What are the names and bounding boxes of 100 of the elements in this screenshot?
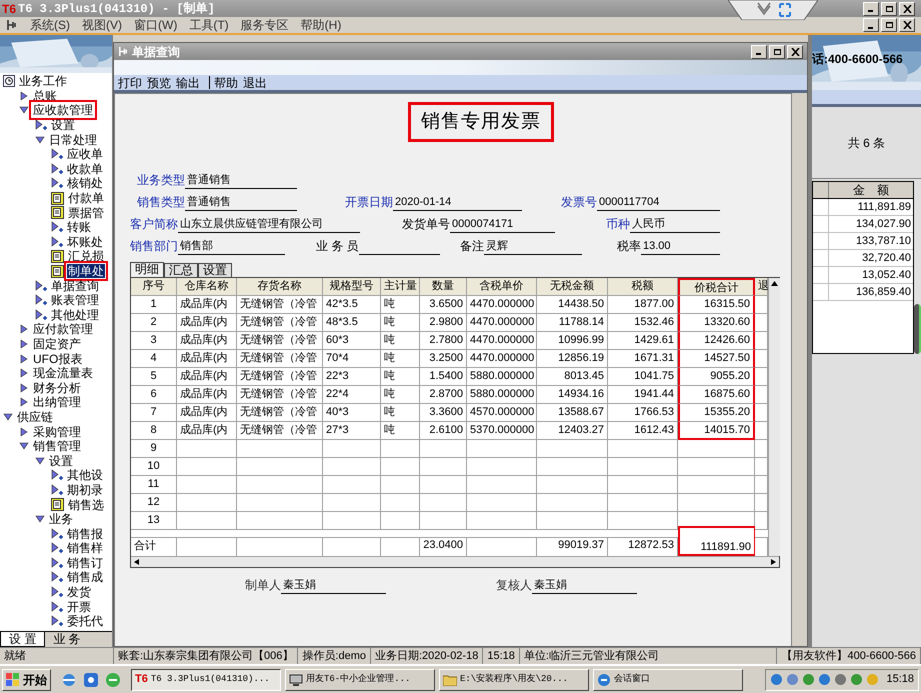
field-value[interactable]: 普通销售: [185, 173, 297, 189]
expanded-triangle-icon[interactable]: [35, 134, 45, 145]
taskbar-button[interactable]: E:\安装程序\用友\20...: [439, 668, 589, 690]
maximize-button[interactable]: [769, 44, 785, 58]
field-value[interactable]: 灵辉: [484, 239, 582, 255]
expanded-triangle-icon[interactable]: [19, 105, 29, 116]
expanded-triangle-icon[interactable]: [3, 412, 13, 422]
field-value[interactable]: 2020-01-14: [393, 195, 522, 211]
tab[interactable]: 设置: [198, 263, 232, 277]
toolbar-button[interactable]: 打印: [118, 74, 142, 92]
field-value[interactable]: 0000117704: [597, 195, 720, 211]
tree-item[interactable]: 固定资产: [32, 336, 82, 351]
menu-item[interactable]: 服务专区: [240, 16, 289, 34]
tree-item[interactable]: 其他处理: [50, 308, 100, 322]
tree-item[interactable]: 销售管理: [32, 439, 82, 454]
field-value[interactable]: 13.00: [641, 239, 720, 255]
tab[interactable]: 明细: [130, 262, 164, 277]
tree-item[interactable]: 销售样: [66, 541, 104, 556]
collapsed-triangle-icon[interactable]: [19, 426, 29, 437]
expanded-triangle-icon[interactable]: [19, 441, 29, 452]
column-header[interactable]: 税额: [608, 278, 678, 296]
tree-item[interactable]: 转账: [66, 220, 92, 234]
collapsed-triangle-icon[interactable]: [19, 324, 29, 334]
tree-item[interactable]: 票据管: [67, 206, 105, 220]
tree-item[interactable]: 财务分析: [32, 380, 82, 395]
tree-item[interactable]: 坏账处: [66, 234, 104, 249]
collapsed-triangle-icon[interactable]: [19, 368, 29, 378]
tree-item[interactable]: 日常处理: [48, 132, 98, 147]
tree-item[interactable]: 业务工作: [18, 74, 68, 88]
tree-item[interactable]: 收款单: [66, 162, 104, 176]
tree-item[interactable]: 汇兑损: [67, 249, 105, 264]
column-header[interactable]: 主计量: [381, 278, 420, 296]
tree-item[interactable]: 业务: [48, 512, 74, 526]
collapsed-triangle-icon[interactable]: [19, 90, 29, 101]
tree-item[interactable]: 应付款管理: [32, 322, 94, 336]
sidebar-tab[interactable]: 设 置: [0, 632, 46, 647]
collapsed-triangle-icon[interactable]: [19, 338, 29, 349]
tree-item[interactable]: 设置: [48, 454, 74, 468]
close-button[interactable]: [787, 44, 803, 58]
tray-icon[interactable]: [818, 673, 832, 686]
browser-icon[interactable]: [61, 672, 77, 688]
minimize-button[interactable]: [751, 44, 767, 58]
field-value[interactable]: 普通销售: [185, 195, 297, 211]
collapsed-triangle-icon[interactable]: [19, 397, 29, 408]
toolbar-tab-drawing[interactable]: [728, 0, 818, 20]
horizontal-scrollbar[interactable]: [131, 556, 779, 567]
tree-item[interactable]: 采购管理: [32, 424, 82, 439]
tree-item[interactable]: 账表管理: [50, 293, 100, 308]
field-value[interactable]: 0000074171: [450, 217, 555, 233]
expanded-triangle-icon[interactable]: [35, 456, 45, 466]
menu-item[interactable]: 视图(V): [82, 16, 122, 34]
tree-item[interactable]: 销售成: [66, 570, 104, 584]
tree-item[interactable]: 期初录: [66, 482, 104, 497]
tray-icon[interactable]: [770, 673, 784, 686]
tree-item[interactable]: 制单处: [67, 264, 105, 278]
field-value[interactable]: 山东立晨供应链管理有限公司: [178, 217, 360, 233]
menu-item[interactable]: 系统(S): [30, 16, 70, 34]
column-header[interactable]: 数量: [420, 278, 467, 296]
field-value[interactable]: 销售部: [178, 239, 285, 255]
column-header[interactable]: 无税金额: [537, 278, 608, 296]
close-button[interactable]: [899, 2, 915, 16]
tree-item[interactable]: 发货: [66, 585, 92, 600]
restore-button[interactable]: [881, 2, 897, 16]
child-minimize-button[interactable]: [863, 18, 879, 32]
tree-item[interactable]: 单据查询: [50, 278, 100, 293]
tree-item[interactable]: 销售订: [66, 556, 104, 570]
tree-item[interactable]: 委托代: [66, 614, 104, 628]
column-header[interactable]: 存货名称: [237, 278, 323, 296]
menu-item[interactable]: 窗口(W): [134, 16, 178, 34]
app-menu-icon[interactable]: [6, 19, 18, 31]
child-restore-button[interactable]: [881, 18, 897, 32]
tree-item[interactable]: 开票: [66, 600, 92, 614]
start-button[interactable]: 开始: [2, 668, 51, 690]
vertical-scrollbar[interactable]: [768, 278, 780, 556]
tree-item[interactable]: 现金流量表: [32, 366, 94, 380]
tree-item[interactable]: 销售报: [66, 526, 104, 541]
desktop-icon[interactable]: [83, 672, 99, 688]
column-header[interactable]: 价税合计: [678, 278, 755, 296]
taskbar-button[interactable]: 会话窗口: [593, 668, 743, 690]
tree-item[interactable]: 供应链: [16, 410, 54, 424]
toolbar-button[interactable]: 输出: [176, 74, 200, 92]
column-header[interactable]: 含税单价: [467, 278, 537, 296]
collapsed-triangle-icon[interactable]: [19, 354, 29, 364]
tab[interactable]: 汇总: [164, 263, 198, 277]
tree-item[interactable]: 应收单: [66, 147, 104, 162]
toolbar-button[interactable]: 预览: [147, 74, 171, 92]
expanded-triangle-icon[interactable]: [35, 514, 45, 524]
toolbar-button[interactable]: 帮助: [214, 74, 238, 92]
field-value[interactable]: 人民币: [630, 217, 720, 233]
tree-item[interactable]: 其他设: [66, 468, 104, 482]
tree-item[interactable]: 核销处: [66, 176, 104, 190]
tree-item[interactable]: 销售选: [67, 498, 105, 512]
taskbar-button[interactable]: 用友T6-中小企业管理...: [285, 668, 435, 690]
tray-icon[interactable]: [834, 673, 848, 686]
column-header[interactable]: 规格型号: [323, 278, 381, 296]
column-header[interactable]: 序号: [131, 278, 177, 296]
menu-item[interactable]: 工具(T): [189, 16, 229, 34]
tree-item[interactable]: 出纳管理: [32, 395, 82, 410]
tree-item[interactable]: UFO报表: [32, 352, 84, 366]
toolbar-button[interactable]: 退出: [243, 74, 267, 92]
